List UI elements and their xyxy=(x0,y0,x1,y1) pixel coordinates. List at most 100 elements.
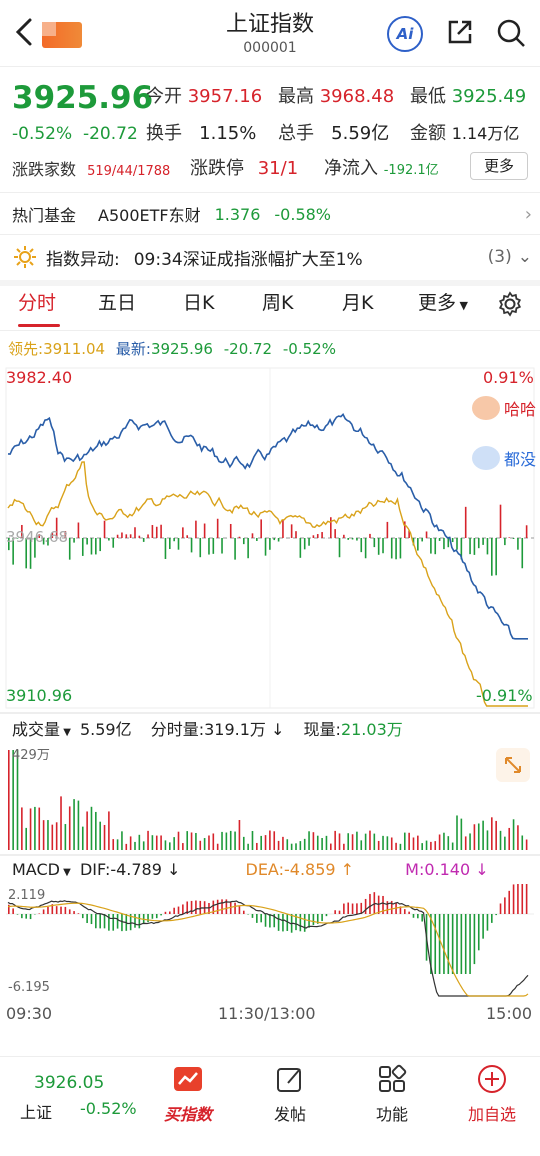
nav-post[interactable]: 发帖 xyxy=(250,1101,330,1125)
ai-assistant-button[interactable]: Ai xyxy=(387,16,423,52)
volume-bar-down xyxy=(77,800,80,850)
bottom-index-name: 上证 xyxy=(20,1103,53,1122)
intraday-chart[interactable] xyxy=(0,360,540,712)
macd-bar-negative xyxy=(464,914,467,974)
minute-bar-down xyxy=(395,538,397,560)
add-watchlist-icon[interactable] xyxy=(476,1063,508,1095)
macd-bar-negative xyxy=(312,914,315,925)
buy-index-icon[interactable] xyxy=(172,1063,204,1095)
minute-bar-down xyxy=(443,538,445,550)
arrow-down-icon: ↓ xyxy=(161,860,181,879)
volume-bar-down xyxy=(151,835,154,850)
pct-low-label: -0.91% xyxy=(476,686,533,705)
limit-stat: 涨跌停 31/1 xyxy=(190,154,298,180)
minute-bar-down xyxy=(99,538,101,552)
macd-bar-positive xyxy=(242,910,245,914)
current-price: 3925.96 xyxy=(12,80,154,116)
macd-bar-negative xyxy=(116,914,119,929)
minute-bar-down xyxy=(399,538,402,559)
open-label: 今开 xyxy=(146,86,182,107)
post-edit-icon[interactable] xyxy=(274,1063,306,1095)
volume-bar-up xyxy=(369,830,371,850)
m-label: M: xyxy=(405,860,425,879)
divider xyxy=(0,712,540,714)
minute-bar-up xyxy=(238,536,241,538)
adv-dec-value: 519/44/1788 xyxy=(87,164,171,179)
macd-bar-positive xyxy=(334,910,336,914)
volume-bar-down xyxy=(186,831,189,850)
turnover-value: 1.15% xyxy=(199,123,257,144)
minute-bar-down xyxy=(169,538,171,550)
volume-bar-up xyxy=(190,832,193,850)
more-stats-button[interactable]: 更多 xyxy=(470,152,528,180)
limit-value: 31/1 xyxy=(257,158,299,179)
macd-bar-negative xyxy=(147,914,149,923)
volume-label[interactable]: 成交量 xyxy=(12,720,60,739)
search-icon[interactable] xyxy=(494,16,528,50)
nav-buy-index[interactable]: 买指数 xyxy=(148,1101,228,1125)
volume-bar-up xyxy=(8,750,10,850)
cow-avatar-icon xyxy=(472,396,500,420)
minute-bar-up xyxy=(321,532,323,538)
minute-bar-down xyxy=(86,538,88,545)
hot-fund-change: -0.58% xyxy=(274,204,332,224)
volume-bar-up xyxy=(525,839,528,850)
y-high-label: 3982.40 xyxy=(6,368,73,387)
macd-bar-negative xyxy=(417,914,419,919)
volume-bar-up xyxy=(273,831,276,850)
index-alert-row[interactable]: 指数异动: 09:34深证成指涨幅扩大至1% (3) ⌄ xyxy=(12,244,532,270)
functions-grid-icon[interactable] xyxy=(376,1063,408,1095)
macd-bottom-label: -6.195 xyxy=(8,980,50,995)
minute-volume-value: 319.1万 xyxy=(204,720,266,739)
tab-daily-k[interactable]: 日K xyxy=(183,288,214,315)
volume-bar-down xyxy=(512,819,515,850)
macd-bar-negative xyxy=(25,914,28,919)
tab-intraday[interactable]: 分时 xyxy=(18,288,56,315)
hot-fund-row[interactable]: 热门基金 A500ETF东财 1.376 -0.58% › xyxy=(12,202,532,226)
minute-bar-down xyxy=(364,538,367,559)
volume-chart[interactable] xyxy=(0,740,540,852)
volume-bar-down xyxy=(504,836,506,850)
tab-monthly-k[interactable]: 月K xyxy=(342,288,373,315)
community-badge-2[interactable]: 都没 xyxy=(472,446,536,470)
macd-bar-positive xyxy=(369,893,371,914)
minute-bar-down xyxy=(382,538,384,554)
tab-more[interactable]: 更多 ▼ xyxy=(418,288,468,315)
settings-gear-icon[interactable] xyxy=(496,290,524,323)
macd-label[interactable]: MACD xyxy=(12,860,60,879)
tab-weekly-k[interactable]: 周K xyxy=(262,288,293,315)
macd-histogram xyxy=(8,884,528,974)
minute-bar-down xyxy=(469,538,471,555)
change-percent: -0.52% xyxy=(12,124,73,144)
minute-bar-up xyxy=(216,518,219,538)
macd-chart[interactable] xyxy=(0,884,540,998)
minute-bar-down xyxy=(190,538,193,553)
minute-bar-up xyxy=(182,527,184,538)
community-badge-1[interactable]: 哈哈 xyxy=(472,396,536,420)
tab-five-day[interactable]: 五日 xyxy=(98,288,136,315)
volume-max-label: 429万 xyxy=(12,748,50,763)
volume-bar-down xyxy=(251,831,254,850)
minute-bar-down xyxy=(473,538,476,555)
minute-bar-down xyxy=(212,538,215,554)
minute-bar-up xyxy=(282,520,284,538)
minute-bar-up xyxy=(186,535,189,538)
macd-bar-positive xyxy=(216,899,219,914)
share-icon[interactable] xyxy=(444,16,476,48)
volume-bar-up xyxy=(51,824,54,850)
macd-bar-negative xyxy=(451,914,454,974)
nav-add-watchlist[interactable]: 加自选 xyxy=(452,1101,532,1125)
minute-bar-down xyxy=(486,538,489,555)
expand-icon[interactable] xyxy=(496,748,530,782)
minute-bar-up xyxy=(508,537,511,538)
minute-bar-down xyxy=(512,538,515,539)
adv-dec-stat: 涨跌家数 519/44/1788 xyxy=(12,156,170,180)
nav-functions[interactable]: 功能 xyxy=(352,1101,432,1125)
volume-bar-up xyxy=(182,843,184,850)
minute-bar-down xyxy=(108,538,110,541)
volume-bar-up xyxy=(86,811,88,850)
macd-bar-positive xyxy=(64,906,67,914)
minute-bar-up xyxy=(334,529,336,538)
lead-label: 领先: xyxy=(8,340,44,358)
time-midday-label: 11:30/13:00 xyxy=(218,1004,316,1023)
